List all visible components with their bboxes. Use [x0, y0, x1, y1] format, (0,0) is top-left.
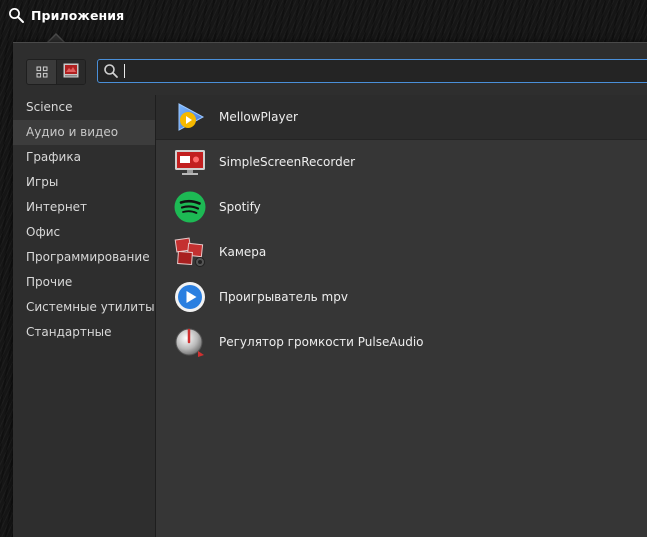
app-label: Spotify [219, 200, 261, 214]
applications-menu-label: Приложения [31, 7, 125, 23]
app-list-item-0[interactable]: MellowPlayer [156, 95, 647, 140]
app-list-item-3[interactable]: Камера [156, 230, 647, 275]
app-list-item-2[interactable]: Spotify [156, 185, 647, 230]
applications-menu-button[interactable]: Приложения [8, 5, 124, 25]
search-icon [103, 61, 123, 81]
volume-control-icon [173, 325, 207, 359]
app-label: Камера [219, 245, 267, 259]
app-label: Проигрыватель mpv [219, 290, 348, 304]
text-cursor [124, 64, 125, 78]
category-item-2[interactable]: Графика [13, 145, 155, 170]
app-list-item-5[interactable]: Регулятор громкости PulseAudio [156, 320, 647, 365]
search-input[interactable] [123, 61, 647, 81]
screen-recorder-icon [173, 145, 207, 179]
category-item-9[interactable]: Стандартные [13, 320, 155, 345]
spotify-icon [173, 190, 207, 224]
app-label: MellowPlayer [219, 110, 298, 124]
applications-menu-popup: Science Аудио и видео Графика Игры Интернет О… [13, 42, 647, 537]
mellowplayer-icon [173, 100, 207, 134]
mpv-player-icon [173, 280, 207, 314]
category-item-3[interactable]: Игры [13, 170, 155, 195]
category-item-4[interactable]: Интернет [13, 195, 155, 220]
app-label: SimpleScreenRecorder [219, 155, 356, 169]
grid-icon [36, 63, 48, 82]
category-item-7[interactable]: Прочие [13, 270, 155, 295]
category-view-button[interactable] [56, 60, 85, 84]
category-item-6[interactable]: Программирование [13, 245, 155, 270]
grid-view-button[interactable] [27, 60, 56, 84]
category-icon [63, 63, 79, 82]
app-list-item-1[interactable]: SimpleScreenRecorder [156, 140, 647, 185]
application-list: MellowPlayer SimpleScreenRecorder Spotif… [156, 95, 647, 537]
camera-icon [173, 235, 207, 269]
app-label: Регулятор громкости PulseAudio [219, 335, 424, 349]
view-mode-toggle [26, 59, 86, 85]
category-item-0[interactable]: Science [13, 95, 155, 120]
app-list-item-4[interactable]: Проигрыватель mpv [156, 275, 647, 320]
category-list: Science Аудио и видео Графика Игры Интернет О… [13, 95, 155, 537]
top-panel: Приложения [0, 0, 647, 32]
search-icon [8, 7, 25, 24]
category-item-1[interactable]: Аудио и видео [13, 120, 155, 145]
category-item-5[interactable]: Офис [13, 220, 155, 245]
category-item-8[interactable]: Системные утилиты [13, 295, 155, 320]
search-field[interactable] [97, 59, 647, 83]
